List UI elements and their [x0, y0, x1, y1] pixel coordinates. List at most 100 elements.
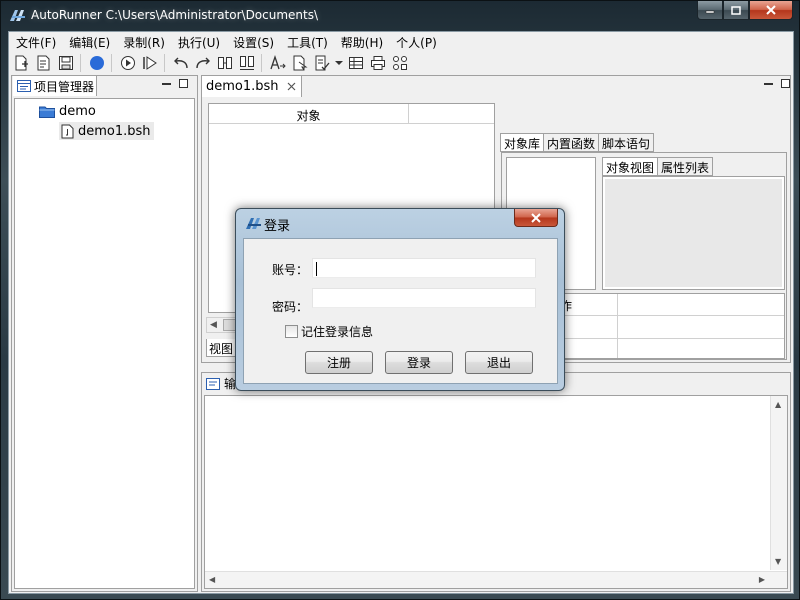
- tab-object-library[interactable]: 对象库: [500, 133, 545, 152]
- tab-demo1-bsh[interactable]: demo1.bsh: [202, 76, 302, 97]
- project-tree: demo demo1.bsh: [14, 98, 195, 589]
- tab-builtin-functions[interactable]: 内置函数: [544, 133, 600, 152]
- undo-button[interactable]: [170, 53, 192, 73]
- scroll-right-icon[interactable]: ▶: [759, 575, 765, 584]
- record-icon: [90, 56, 104, 70]
- output-panel: 输 ▲ ▼ ◀ ▶: [201, 372, 791, 592]
- new-project-button[interactable]: [11, 53, 33, 73]
- step-run-button[interactable]: [139, 53, 161, 73]
- tab-script-statements[interactable]: 脚本语句: [599, 133, 655, 152]
- scroll-left-icon[interactable]: ◀: [209, 575, 215, 584]
- scroll-down-icon[interactable]: ▼: [775, 557, 781, 566]
- project-manager-icon: [17, 80, 31, 92]
- maximize-icon: [731, 5, 741, 15]
- network-button[interactable]: [389, 53, 411, 73]
- window-title: AutoRunner C:\Users\Administrator\Docume…: [31, 8, 319, 22]
- account-label: 账号：: [272, 263, 309, 277]
- menu-settings[interactable]: 设置(S): [226, 32, 280, 52]
- menu-edit[interactable]: 编辑(E): [62, 32, 116, 52]
- project-panel-controls: [162, 79, 188, 88]
- script-check-dropdown[interactable]: [333, 53, 345, 73]
- tree-item-demo[interactable]: demo: [39, 102, 96, 120]
- redo-icon: [196, 57, 210, 69]
- save-button[interactable]: [55, 53, 77, 73]
- compare-object-icon: [240, 56, 254, 70]
- folder-icon: [39, 106, 55, 118]
- print-button[interactable]: [367, 53, 389, 73]
- object-column-header[interactable]: 对象: [209, 104, 409, 123]
- menu-file[interactable]: 文件(F): [9, 32, 62, 52]
- panel-minimize-icon[interactable]: [162, 83, 171, 85]
- remember-login-checkbox[interactable]: [285, 325, 298, 338]
- tree-item-demo1-bsh[interactable]: demo1.bsh: [59, 122, 154, 140]
- password-label: 密码：: [272, 300, 309, 314]
- tab-project-manager[interactable]: 项目管理器: [13, 76, 97, 96]
- compare-object-button[interactable]: [236, 53, 258, 73]
- script-check-button[interactable]: [311, 53, 333, 73]
- console-icon: [206, 377, 220, 390]
- property-grid-divider: [617, 294, 618, 358]
- scroll-up-icon[interactable]: ▲: [775, 400, 781, 409]
- panel-minimize-icon[interactable]: [764, 83, 773, 85]
- minimize-button[interactable]: [697, 1, 723, 20]
- tree-item-demo1-label: demo1.bsh: [78, 123, 151, 139]
- panel-maximize-icon[interactable]: [179, 79, 188, 88]
- account-input[interactable]: [312, 258, 536, 278]
- object-view-canvas: [605, 179, 782, 287]
- title-bar[interactable]: AutoRunner C:\Users\Administrator\Docume…: [1, 1, 799, 29]
- table-button[interactable]: [345, 53, 367, 73]
- tab-object-view[interactable]: 对象视图: [602, 157, 659, 176]
- insert-text-button[interactable]: [267, 53, 289, 73]
- dialog-close-button[interactable]: [514, 209, 558, 227]
- output-horizontal-scrollbar[interactable]: ◀ ▶: [205, 571, 787, 588]
- text-caret: [316, 262, 317, 276]
- step-run-icon: [143, 56, 157, 70]
- panel-maximize-icon[interactable]: [781, 79, 790, 88]
- autorunner-logo-icon: [246, 218, 261, 229]
- compare-icon: [218, 57, 232, 69]
- insert-object-button[interactable]: [289, 53, 311, 73]
- tab-view[interactable]: 视图: [206, 339, 236, 357]
- menu-run[interactable]: 执行(U): [171, 32, 226, 52]
- new-project-icon: [15, 55, 28, 71]
- object-view-tabs: 对象视图 属性列表: [602, 157, 714, 176]
- menu-tools[interactable]: 工具(T): [280, 32, 334, 52]
- close-button[interactable]: [749, 1, 793, 20]
- exit-button[interactable]: 退出: [465, 351, 533, 374]
- compare-button[interactable]: [214, 53, 236, 73]
- project-manager-panel: 项目管理器 demo demo1.bsh: [11, 75, 198, 592]
- login-dialog: 登录 账号： 密码： 记住登录信息 注册 登录 退出: [235, 208, 565, 391]
- menu-personal[interactable]: 个人(P): [389, 32, 443, 52]
- maximize-button[interactable]: [723, 1, 749, 20]
- editor-panel-controls: [764, 79, 790, 88]
- output-vertical-scrollbar[interactable]: ▲ ▼: [770, 396, 787, 570]
- login-dialog-title: 登录: [264, 219, 291, 234]
- register-button[interactable]: 注册: [305, 351, 373, 374]
- insert-text-icon: [270, 54, 286, 70]
- tab-close-icon[interactable]: [287, 82, 296, 91]
- scroll-left-icon[interactable]: ◀: [210, 320, 217, 330]
- new-script-button[interactable]: [33, 53, 55, 73]
- library-tabs: 对象库 内置函数 脚本语句: [500, 133, 655, 152]
- record-button[interactable]: [86, 53, 108, 73]
- tree-item-demo-label: demo: [59, 103, 96, 119]
- remember-login-label: 记住登录信息: [301, 325, 374, 339]
- output-console[interactable]: ▲ ▼ ◀ ▶: [204, 395, 788, 589]
- script-check-icon: [315, 55, 330, 71]
- login-button[interactable]: 登录: [385, 351, 453, 374]
- menu-help[interactable]: 帮助(H): [334, 32, 389, 52]
- table-icon: [349, 57, 363, 69]
- run-button[interactable]: [117, 53, 139, 73]
- autorunner-logo-icon: [10, 10, 25, 21]
- remember-login-row[interactable]: 记住登录信息: [285, 323, 373, 340]
- password-input[interactable]: [312, 288, 536, 308]
- network-icon: [393, 56, 407, 70]
- undo-icon: [174, 57, 188, 69]
- new-script-icon: [37, 55, 50, 71]
- object-view-body: [602, 176, 785, 290]
- menu-record[interactable]: 录制(R): [116, 32, 171, 52]
- dropdown-icon: [335, 61, 343, 65]
- redo-button[interactable]: [192, 53, 214, 73]
- insert-object-icon: [293, 55, 308, 71]
- tab-property-list[interactable]: 属性列表: [658, 157, 714, 176]
